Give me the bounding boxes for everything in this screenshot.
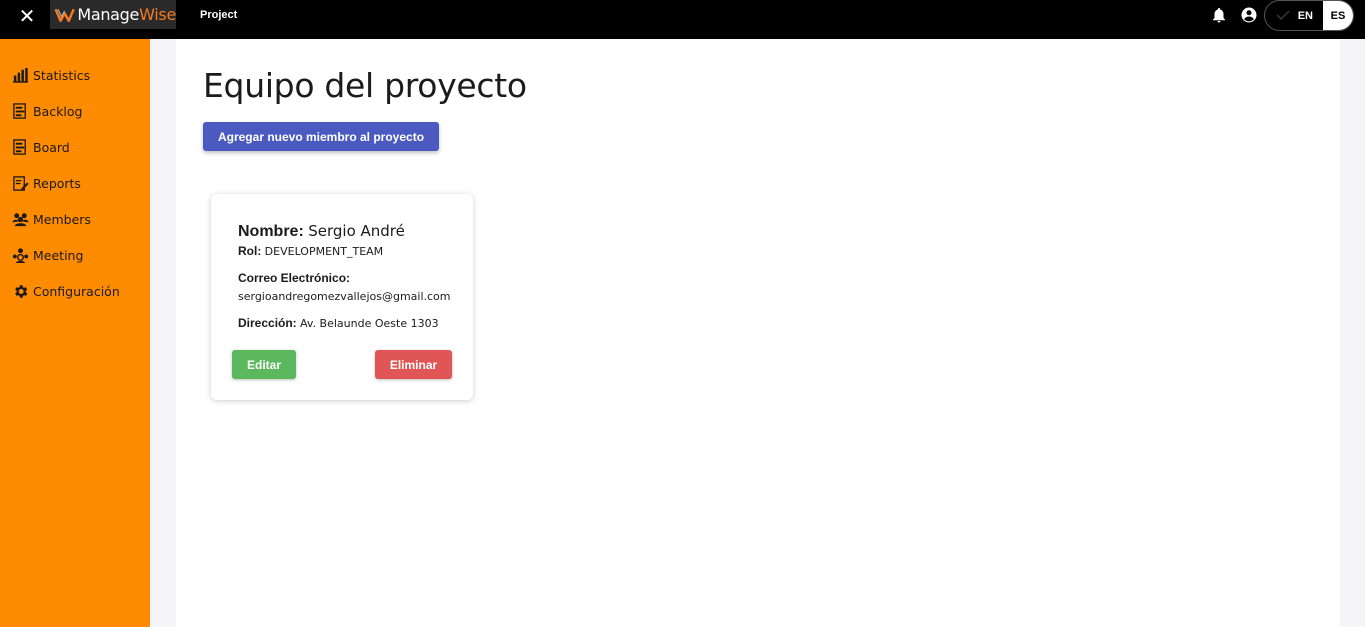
account-circle-icon[interactable] <box>1240 6 1258 24</box>
language-es-button[interactable]: ES <box>1323 1 1353 30</box>
sidebar-item-members[interactable]: Members <box>12 209 91 229</box>
sidebar-item-reports[interactable]: Reports <box>12 173 81 193</box>
member-name-key: Nombre: <box>238 223 304 240</box>
page-title: Equipo del proyecto <box>203 66 527 105</box>
delete-button[interactable]: Eliminar <box>375 350 452 379</box>
sidebar-item-backlog[interactable]: Backlog <box>12 101 82 121</box>
logo[interactable]: ManageWise <box>50 0 176 29</box>
logo-text-part1: Manage <box>77 5 140 24</box>
bar-chart-icon <box>12 67 29 83</box>
member-email: sergioandregomezvallejos@gmail.com <box>238 289 451 303</box>
member-address-key: Dirección: <box>238 316 297 330</box>
sidebar-item-label: Backlog <box>33 103 83 119</box>
report-edit-icon <box>13 175 29 191</box>
language-en-label: EN <box>1297 9 1313 22</box>
add-member-button[interactable]: Agregar nuevo miembro al proyecto <box>203 122 439 151</box>
logo-text-part2: Wise <box>139 5 176 24</box>
logo-mark-icon <box>54 8 75 22</box>
sidebar-item-statistics[interactable]: Statistics <box>12 65 90 85</box>
member-address-value: Av. Belaunde Oeste 1303 <box>300 317 439 330</box>
board-icon <box>13 138 26 155</box>
top-bar: ✕ ManageWise Project EN ES <box>0 0 1365 39</box>
language-toggle[interactable]: EN ES <box>1264 0 1354 31</box>
member-role-key: Rol: <box>238 244 262 258</box>
sidebar-item-label: Meeting <box>33 247 84 263</box>
language-es-label: ES <box>1330 9 1346 22</box>
member-card: Nombre: Sergio André Rol: DEVELOPMENT_TE… <box>211 194 473 400</box>
member-role-value: DEVELOPMENT_TEAM <box>264 245 384 258</box>
bell-icon[interactable] <box>1210 6 1228 24</box>
member-email-value: sergioandregomezvallejos@gmail.com <box>238 290 451 303</box>
sidebar-item-configuracion[interactable]: Configuración <box>12 281 120 301</box>
member-name-value: Sergio André <box>308 222 405 240</box>
sidebar-item-label: Reports <box>33 175 81 191</box>
member-role: Rol: DEVELOPMENT_TEAM <box>238 244 383 258</box>
members-icon <box>12 212 29 226</box>
meeting-icon <box>12 247 29 263</box>
language-en-button[interactable]: EN <box>1265 1 1323 30</box>
check-icon <box>1276 10 1290 21</box>
edit-button[interactable]: Editar <box>232 350 296 379</box>
project-link[interactable]: Project <box>200 9 237 21</box>
member-email-key: Correo Electrónico: <box>238 271 350 285</box>
sidebar-item-board[interactable]: Board <box>12 137 70 157</box>
sidebar-item-label: Board <box>33 139 70 155</box>
member-email-key-text: Correo Electrónico: <box>238 271 351 285</box>
member-name: Nombre: Sergio André <box>238 222 405 241</box>
member-address: Dirección: Av. Belaunde Oeste 1303 <box>238 316 439 330</box>
sidebar-item-label: Statistics <box>33 67 91 83</box>
sidebar-item-label: Configuración <box>33 283 120 299</box>
sidebar-item-meeting[interactable]: Meeting <box>12 245 83 265</box>
backlog-icon <box>13 102 26 119</box>
sidebar-item-label: Members <box>33 211 91 227</box>
sidebar: Statistics Backlog Board Reports Members… <box>0 39 150 627</box>
close-icon[interactable]: ✕ <box>16 6 38 28</box>
gear-icon <box>15 284 28 298</box>
main-content: Equipo del proyecto Agregar nuevo miembr… <box>176 39 1340 627</box>
logo-text: ManageWise <box>77 5 176 24</box>
